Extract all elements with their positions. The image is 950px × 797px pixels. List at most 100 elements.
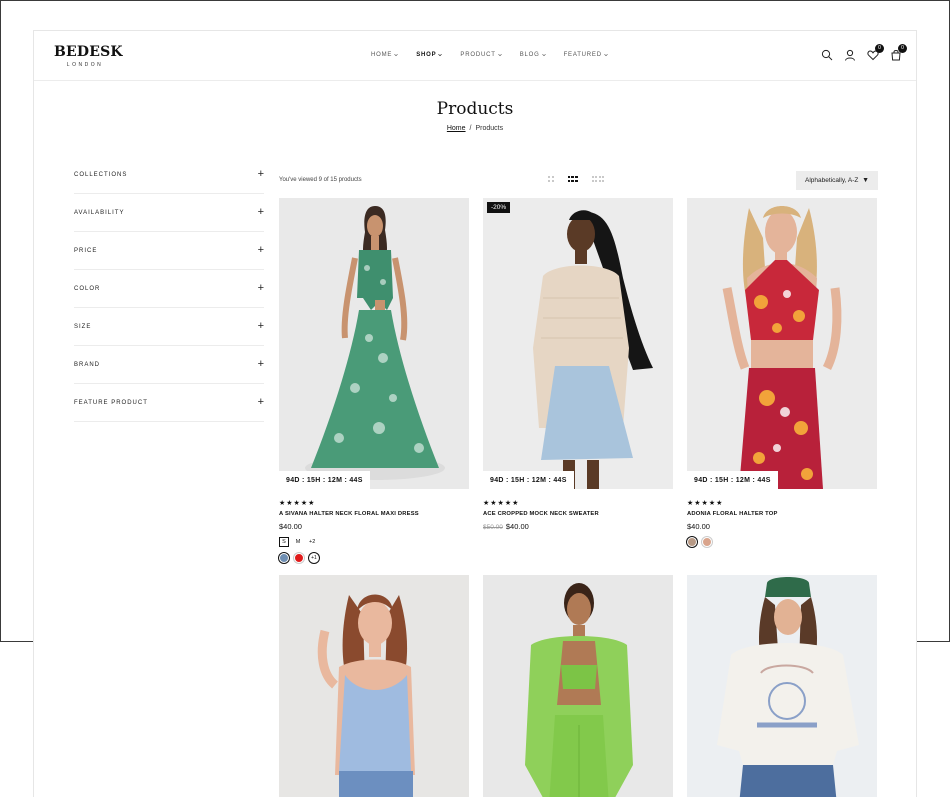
product-image[interactable]: 94D : 15H : 12M : 44S — [279, 198, 469, 489]
chevron-down-icon — [497, 54, 502, 57]
breadcrumb-home-link[interactable]: Home — [447, 125, 466, 132]
nav-shop-label: SHOP — [416, 52, 437, 58]
plus-icon: + — [257, 168, 264, 180]
caret-down-icon: ▼ — [862, 177, 869, 184]
chevron-down-icon — [604, 54, 608, 57]
filter-price[interactable]: PRICE + — [74, 232, 264, 270]
nav-home[interactable]: HOME — [371, 52, 398, 58]
plus-icon: + — [257, 320, 264, 332]
product-price: $40.00 — [687, 522, 877, 531]
account-icon[interactable] — [844, 49, 856, 61]
countdown-timer: 94D : 15H : 12M : 44S — [483, 471, 574, 489]
filter-color[interactable]: COLOR + — [74, 270, 264, 308]
breadcrumb-separator: / — [469, 125, 472, 132]
wishlist-count-badge: 0 — [875, 44, 884, 53]
grid-3-columns-icon[interactable] — [567, 176, 578, 183]
logo[interactable]: BEDESK LONDON — [54, 45, 123, 69]
wishlist-icon[interactable]: 0 — [867, 44, 884, 61]
nav-home-label: HOME — [371, 52, 393, 58]
countdown-timer: 94D : 15H : 12M : 44S — [279, 471, 370, 489]
store-page: BEDESK LONDON HOME SHOP PRODUCT BLOG FEA… — [33, 30, 917, 797]
filter-label: COLOR — [74, 285, 101, 292]
rating-stars: ★★★★★ — [279, 500, 316, 507]
price-current: $40.00 — [279, 522, 302, 531]
product-card — [279, 575, 469, 797]
product-price: $40.00 — [279, 522, 469, 531]
grid-4-columns-icon[interactable] — [591, 176, 605, 182]
filter-label: AVAILABILITY — [74, 209, 125, 216]
main-nav: HOME SHOP PRODUCT BLOG FEATURED — [371, 52, 608, 58]
product-name[interactable]: ADONIA FLORAL HALTER TOP — [687, 511, 877, 517]
header-actions: 0 0 — [821, 44, 907, 61]
price-current: $40.00 — [505, 522, 529, 531]
color-swatch-blue[interactable] — [279, 553, 289, 563]
nav-shop[interactable]: SHOP — [416, 52, 443, 58]
nav-featured-label: FEATURED — [563, 52, 602, 58]
grid-2-columns-icon[interactable] — [548, 176, 554, 182]
color-swatches: +1 — [279, 553, 469, 563]
chevron-down-icon — [438, 54, 443, 57]
countdown-timer: 94D : 15H : 12M : 44S — [687, 471, 778, 489]
product-name[interactable]: ACE CROPPED MOCK NECK SWEATER — [483, 511, 673, 517]
logo-tagline: LONDON — [66, 62, 104, 68]
model-cropped-sweater-image — [483, 198, 673, 489]
filter-sidebar: COLLECTIONS + AVAILABILITY + PRICE + COLOR +… — [74, 156, 264, 422]
filter-availability[interactable]: AVAILABILITY + — [74, 194, 264, 232]
breadcrumb-current: Products — [475, 125, 504, 132]
filter-collections[interactable]: COLLECTIONS + — [74, 156, 264, 194]
cart-icon[interactable]: 0 — [890, 44, 907, 61]
chevron-down-icon — [541, 54, 546, 57]
sale-badge: -20% — [487, 202, 511, 213]
price-old: $50.00 — [483, 524, 503, 531]
product-card — [483, 575, 673, 797]
search-icon[interactable] — [821, 49, 833, 61]
size-option-s[interactable]: S — [279, 537, 289, 547]
product-price: $50.00 $40.00 — [483, 522, 673, 531]
plus-icon: + — [257, 358, 264, 370]
filter-label: COLLECTIONS — [74, 171, 128, 178]
site-header: BEDESK LONDON HOME SHOP PRODUCT BLOG FEA… — [34, 31, 916, 81]
sort-select[interactable]: Alphabetically, A-Z ▼ — [796, 171, 878, 190]
size-options: S M +2 — [279, 537, 469, 547]
nav-blog-label: BLOG — [519, 52, 540, 58]
product-image[interactable] — [483, 575, 673, 797]
filter-label: SIZE — [74, 323, 92, 330]
product-card: 94D : 15H : 12M : 44S ★★★★★ ADONIA FLORA… — [687, 198, 877, 547]
cart-count-badge: 0 — [898, 44, 907, 53]
color-swatch-peach[interactable] — [702, 537, 712, 547]
product-image[interactable] — [279, 575, 469, 797]
sort-label: Alphabetically, A-Z — [805, 177, 859, 184]
filter-label: FEATURE PRODUCT — [74, 399, 148, 406]
plus-icon: + — [257, 396, 264, 408]
product-card — [687, 575, 877, 797]
rating-stars: ★★★★★ — [687, 500, 724, 507]
product-card: -20% 94D : 15H : 12M : 44S ★★★★★ ACE CRO… — [483, 198, 673, 531]
plus-icon: + — [257, 282, 264, 294]
color-swatch-red[interactable] — [294, 553, 304, 563]
filter-feature-product[interactable]: FEATURE PRODUCT + — [74, 384, 264, 422]
product-card: 94D : 15H : 12M : 44S ★★★★★ A SIVANA HAL… — [279, 198, 469, 563]
breadcrumb: Home / Products — [34, 125, 916, 132]
filter-size[interactable]: SIZE + — [74, 308, 264, 346]
filter-brand[interactable]: BRAND + — [74, 346, 264, 384]
model-green-suit-set-image — [483, 575, 673, 797]
product-image[interactable]: -20% 94D : 15H : 12M : 44S — [483, 198, 673, 489]
chevron-down-icon — [394, 54, 398, 57]
nav-featured[interactable]: FEATURED — [564, 52, 608, 58]
nav-blog[interactable]: BLOG — [520, 52, 546, 58]
product-name[interactable]: A SIVANA HALTER NECK FLORAL MAXI DRESS — [279, 511, 469, 517]
model-blue-knit-top-image — [279, 575, 469, 797]
size-option-more[interactable]: +2 — [307, 537, 317, 547]
product-image[interactable] — [687, 575, 877, 797]
color-swatches — [687, 537, 877, 547]
product-image[interactable]: 94D : 15H : 12M : 44S — [687, 198, 877, 489]
products-viewed-count: You've viewed 9 of 15 products — [279, 177, 362, 183]
model-boston-sweatshirt-image — [687, 575, 877, 797]
size-option-m[interactable]: M — [293, 537, 303, 547]
nav-product[interactable]: PRODUCT — [460, 52, 502, 58]
more-colors-button[interactable]: +1 — [309, 553, 319, 563]
color-swatch-floral[interactable] — [687, 537, 697, 547]
plus-icon: + — [257, 244, 264, 256]
filter-label: PRICE — [74, 247, 98, 254]
price-current: $40.00 — [687, 522, 710, 531]
